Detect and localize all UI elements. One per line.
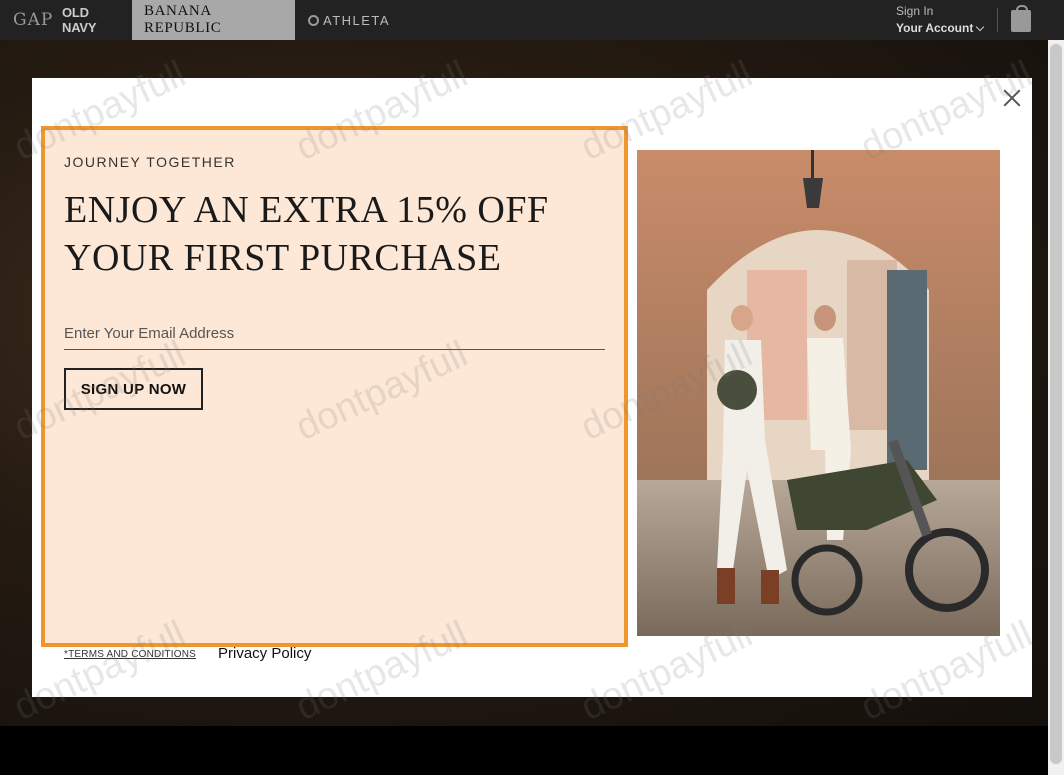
terms-link[interactable]: *TERMS AND CONDITIONS xyxy=(64,649,196,660)
nav-divider xyxy=(997,8,998,32)
headline-line-1: ENJOY AN EXTRA 15% OFF xyxy=(64,189,549,231)
close-icon[interactable] xyxy=(1000,86,1024,110)
chevron-down-icon xyxy=(976,22,985,31)
your-account-label: Your Account xyxy=(896,21,974,35)
privacy-policy-link[interactable]: Privacy Policy xyxy=(218,645,311,662)
your-account-dropdown[interactable]: Your Account xyxy=(896,21,985,35)
campaign-photo xyxy=(637,150,1000,636)
email-signup-modal: JOURNEY TOGETHER ENJOY AN EXTRA 15% OFF … xyxy=(32,78,1032,697)
athleta-logo-icon xyxy=(308,14,319,26)
campaign-photo-illustration xyxy=(637,150,1000,636)
offer-eyebrow: JOURNEY TOGETHER xyxy=(64,154,236,170)
brand-tab-banana-republic[interactable]: BANANA REPUBLIC xyxy=(132,0,295,40)
sign-up-button[interactable]: SIGN UP NOW xyxy=(64,368,203,410)
scrollbar-thumb[interactable] xyxy=(1050,44,1062,764)
shopping-bag-icon[interactable] xyxy=(1011,5,1031,32)
account-menu[interactable]: Sign In Your Account xyxy=(896,4,985,35)
email-field[interactable] xyxy=(64,318,605,350)
brand-tab-old-navy[interactable]: OLD NAVY xyxy=(48,0,132,40)
offer-panel: JOURNEY TOGETHER ENJOY AN EXTRA 15% OFF … xyxy=(41,126,628,647)
headline-line-2: YOUR FIRST PURCHASE xyxy=(64,237,502,279)
brand-tab-athleta[interactable]: ATHLETA xyxy=(295,0,402,40)
brand-tab-gap[interactable]: GAP xyxy=(0,0,52,40)
offer-headline: ENJOY AN EXTRA 15% OFF YOUR FIRST PURCHA… xyxy=(64,186,584,282)
athleta-label: ATHLETA xyxy=(323,12,391,28)
sign-in-link[interactable]: Sign In xyxy=(896,4,983,18)
